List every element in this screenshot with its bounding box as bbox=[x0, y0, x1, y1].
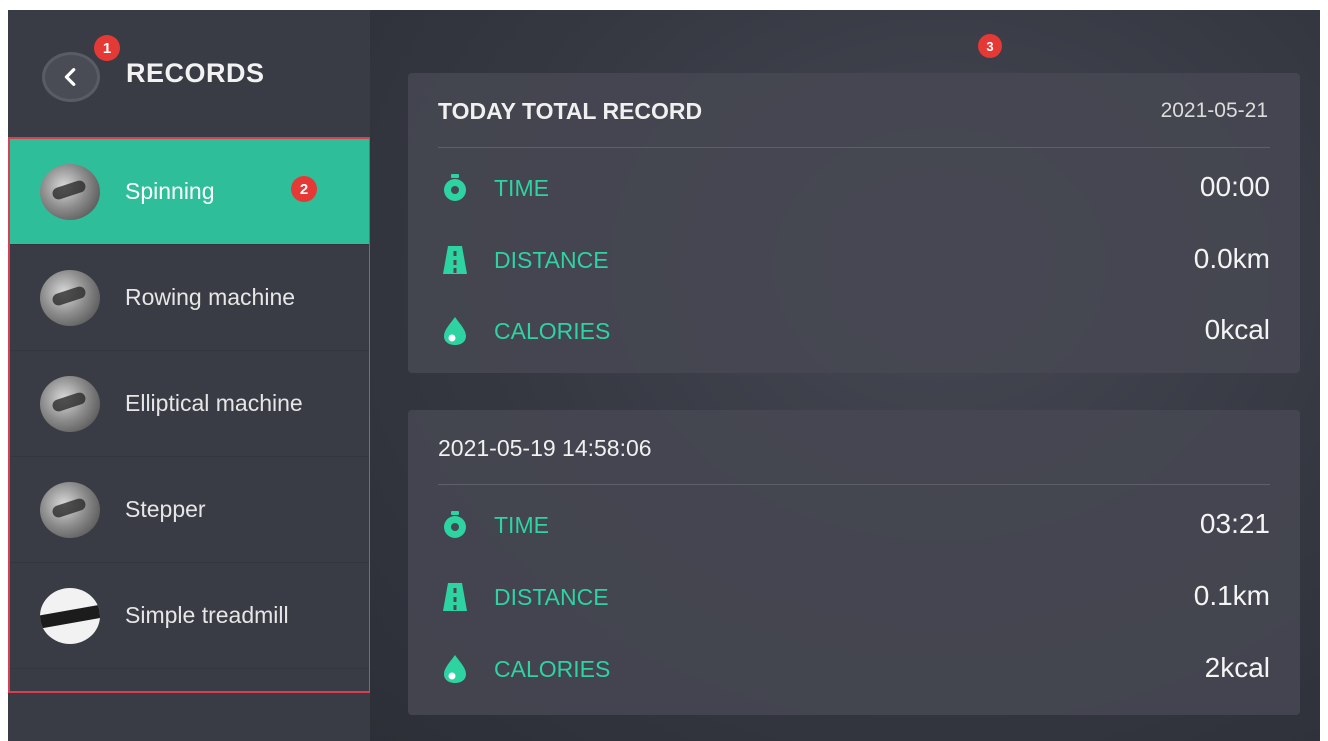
category-label: Simple treadmill bbox=[125, 602, 289, 628]
rowing-machine-thumbnail bbox=[40, 270, 100, 326]
category-label: Rowing machine bbox=[125, 284, 296, 310]
category-item-rowing-machine[interactable]: Rowing machine bbox=[10, 245, 369, 351]
stat-value: 0.1km bbox=[1193, 580, 1270, 611]
card-title: TODAY TOTAL RECORD bbox=[438, 98, 703, 124]
chevron-left-icon bbox=[64, 68, 76, 86]
category-item-stepper[interactable]: Stepper bbox=[10, 457, 369, 563]
back-button[interactable] bbox=[42, 52, 100, 102]
flame-icon bbox=[444, 655, 466, 683]
stat-value: 00:00 bbox=[1199, 171, 1270, 202]
stat-value: 03:21 bbox=[1199, 508, 1270, 539]
card-header: 2021-05-19 14:58:06 bbox=[438, 410, 1270, 485]
page-title: RECORDS bbox=[126, 58, 265, 88]
sidebar: RECORDS Spinning Rowing machine Elliptic… bbox=[8, 10, 371, 741]
annotation-marker-2: 2 bbox=[291, 176, 317, 202]
stat-label: CALORIES bbox=[494, 318, 611, 344]
road-icon bbox=[443, 583, 467, 611]
stat-label: TIME bbox=[494, 175, 549, 201]
elliptical-machine-thumbnail bbox=[40, 376, 100, 432]
card-header: TODAY TOTAL RECORD 2021-05-21 bbox=[438, 73, 1270, 148]
category-label: Stepper bbox=[125, 496, 206, 522]
flame-icon bbox=[444, 317, 466, 345]
stat-label: DISTANCE bbox=[494, 247, 609, 273]
stat-value: 2kcal bbox=[1204, 652, 1270, 683]
session-record-card[interactable]: 2021-05-19 14:58:06 TIME 03:21 DISTANCE … bbox=[408, 410, 1300, 715]
category-label: Elliptical machine bbox=[125, 390, 303, 416]
road-icon bbox=[443, 246, 467, 274]
stat-value: 0.0km bbox=[1193, 243, 1270, 274]
category-item-elliptical-machine[interactable]: Elliptical machine bbox=[10, 351, 369, 457]
stopwatch-icon bbox=[444, 174, 466, 201]
annotation-marker-1: 1 bbox=[94, 35, 120, 61]
stat-row-time: TIME 03:21 bbox=[438, 498, 1270, 548]
spinning-bike-thumbnail bbox=[40, 164, 100, 220]
stat-row-calories: CALORIES 0kcal bbox=[438, 304, 1270, 354]
records-panel: TODAY TOTAL RECORD 2021-05-21 TIME 00:00 bbox=[370, 10, 1320, 741]
card-date: 2021-05-21 bbox=[1160, 99, 1268, 122]
stat-row-distance: DISTANCE 0.0km bbox=[438, 233, 1270, 283]
stat-row-distance: DISTANCE 0.1km bbox=[438, 570, 1270, 620]
card-title: 2021-05-19 14:58:06 bbox=[438, 435, 652, 461]
stat-row-time: TIME 00:00 bbox=[438, 161, 1270, 211]
records-app: RECORDS Spinning Rowing machine Elliptic… bbox=[8, 10, 1320, 741]
stat-row-calories: CALORIES 2kcal bbox=[438, 642, 1270, 692]
stepper-thumbnail bbox=[40, 482, 100, 538]
stat-value: 0kcal bbox=[1204, 314, 1270, 345]
stat-label: TIME bbox=[494, 512, 549, 538]
category-label: Spinning bbox=[125, 178, 215, 204]
stat-label: CALORIES bbox=[494, 656, 611, 682]
today-total-record-card: TODAY TOTAL RECORD 2021-05-21 TIME 00:00 bbox=[408, 73, 1300, 373]
stat-label: DISTANCE bbox=[494, 584, 609, 610]
category-list: Spinning Rowing machine Elliptical machi… bbox=[8, 137, 371, 693]
sidebar-header: RECORDS bbox=[8, 10, 370, 135]
annotation-marker-3: 3 bbox=[978, 34, 1002, 58]
stopwatch-icon bbox=[444, 511, 466, 538]
treadmill-thumbnail bbox=[40, 588, 100, 644]
category-item-simple-treadmill[interactable]: Simple treadmill bbox=[10, 563, 369, 669]
